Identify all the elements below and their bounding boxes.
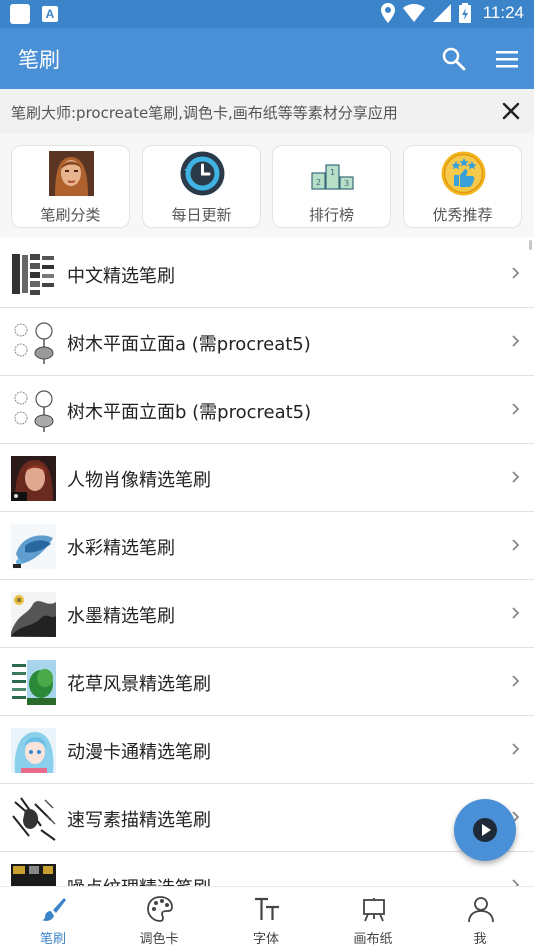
list-item[interactable]: 水彩精选笔刷 (0, 512, 534, 580)
chevron-right-icon (512, 335, 520, 347)
category-label: 每日更新 (171, 206, 232, 224)
podium-icon: 2 1 3 (311, 164, 354, 190)
tab-label: 画布纸 (353, 932, 393, 947)
chevron-right-icon (512, 403, 520, 415)
tab-canvas[interactable]: 画布纸 (320, 887, 426, 950)
list-item-label: 噪点纹理精选笔刷 (67, 874, 211, 886)
status-bar: A 11:24 (0, 0, 534, 28)
chevron-right-icon (512, 267, 520, 279)
category-card-ranking[interactable]: 2 1 3 排行榜 (272, 145, 391, 228)
easel-icon (363, 898, 385, 922)
list-item-label: 花草风景精选笔刷 (67, 674, 211, 695)
sketch-thumb (11, 796, 56, 841)
list-item[interactable]: 树木平面立面b (需procreat5) (0, 376, 534, 444)
list-item[interactable]: 树木平面立面a (需procreat5) (0, 308, 534, 376)
notification-icon (10, 4, 30, 24)
close-icon[interactable] (500, 100, 522, 122)
play-icon (473, 818, 497, 842)
category-label: 优秀推荐 (432, 206, 493, 224)
list-item[interactable]: 水墨精选笔刷 (0, 580, 534, 648)
category-card-brush-categories[interactable]: 笔刷分类 (11, 145, 130, 228)
search-icon[interactable] (441, 46, 467, 72)
menu-icon[interactable] (494, 46, 520, 72)
tab-label: 我 (473, 932, 487, 947)
chevron-right-icon (512, 539, 520, 551)
list-item[interactable]: 噪点纹理精选笔刷 (0, 852, 534, 886)
tab-label: 笔刷 (39, 932, 66, 947)
svg-text:2: 2 (316, 178, 321, 187)
app-bar: 笔刷 (0, 28, 534, 89)
chevron-right-icon (512, 675, 520, 687)
watercolor-thumb (11, 524, 56, 569)
tab-palette[interactable]: 调色卡 (106, 887, 212, 950)
list-item-label: 水彩精选笔刷 (67, 538, 175, 559)
list-item[interactable]: 中文精选笔刷 (0, 240, 534, 308)
tab-brush[interactable]: 笔刷 (0, 887, 106, 950)
svg-text:1: 1 (330, 168, 335, 177)
landscape-thumb (11, 660, 56, 705)
thumbs-up-stars-icon (441, 151, 486, 196)
list-scrollbar[interactable] (529, 240, 532, 250)
a-notification-icon: A (42, 6, 58, 22)
clock-time: 11:24 (482, 3, 524, 22)
notice-text: 笔刷大师:procreate笔刷,调色卡,画布纸等等素材分享应用 (11, 104, 398, 122)
wifi-icon (402, 4, 425, 22)
tab-me[interactable]: 我 (427, 887, 533, 950)
play-fab-button[interactable] (454, 799, 516, 861)
clock-update-icon (180, 151, 225, 196)
tab-label: 调色卡 (139, 932, 179, 947)
tab-label: 字体 (252, 932, 279, 947)
category-grid: 笔刷分类 每日更新 2 1 3 排行榜 优秀推荐 (0, 133, 534, 237)
tree-thumb (11, 320, 56, 365)
notice-banner: 笔刷大师:procreate笔刷,调色卡,画布纸等等素材分享应用 (0, 89, 534, 133)
list-item-label: 树木平面立面a (需procreat5) (67, 334, 311, 355)
brush-strokes-thumb (11, 252, 56, 297)
list-item[interactable]: 速写素描精选笔刷 (0, 784, 534, 852)
chevron-right-icon (512, 471, 520, 483)
brush-list: 中文精选笔刷 树木平面立面a (需procreat5) 树木平面立面b (需pr… (0, 240, 534, 886)
brush-icon (42, 898, 66, 921)
list-item[interactable]: 花草风景精选笔刷 (0, 648, 534, 716)
svg-text:3: 3 (344, 179, 349, 188)
list-item-label: 速写素描精选笔刷 (67, 810, 211, 831)
list-item[interactable]: 人物肖像精选笔刷 (0, 444, 534, 512)
category-label: 排行榜 (308, 206, 354, 224)
palette-icon (147, 896, 173, 922)
chevron-right-icon (512, 743, 520, 755)
page-title: 笔刷 (18, 48, 60, 72)
category-label: 笔刷分类 (40, 206, 101, 224)
list-item-label: 动漫卡通精选笔刷 (67, 742, 211, 763)
anime-thumb (11, 728, 56, 773)
location-icon (380, 3, 395, 23)
portrait-thumb (11, 456, 56, 501)
battery-icon (458, 3, 471, 23)
list-item-label: 水墨精选笔刷 (67, 606, 175, 627)
category-card-recommended[interactable]: 优秀推荐 (403, 145, 522, 228)
noise-texture-thumb (11, 864, 56, 886)
list-item-label: 树木平面立面b (需procreat5) (67, 402, 312, 423)
list-item-label: 人物肖像精选笔刷 (67, 470, 211, 491)
ink-wash-thumb (11, 592, 56, 637)
tree-thumb (11, 388, 56, 433)
category-card-daily-update[interactable]: 每日更新 (142, 145, 261, 228)
list-item-label: 中文精选笔刷 (67, 266, 175, 287)
font-icon (255, 897, 279, 920)
person-icon (468, 897, 494, 923)
list-item[interactable]: 动漫卡通精选笔刷 (0, 716, 534, 784)
signal-icon (432, 4, 451, 22)
tab-font[interactable]: 字体 (213, 887, 319, 950)
portrait-icon (49, 151, 94, 196)
bottom-navigation: 笔刷 调色卡 字体 画布纸 我 (0, 886, 534, 950)
chevron-right-icon (512, 607, 520, 619)
chevron-right-icon (512, 879, 520, 886)
